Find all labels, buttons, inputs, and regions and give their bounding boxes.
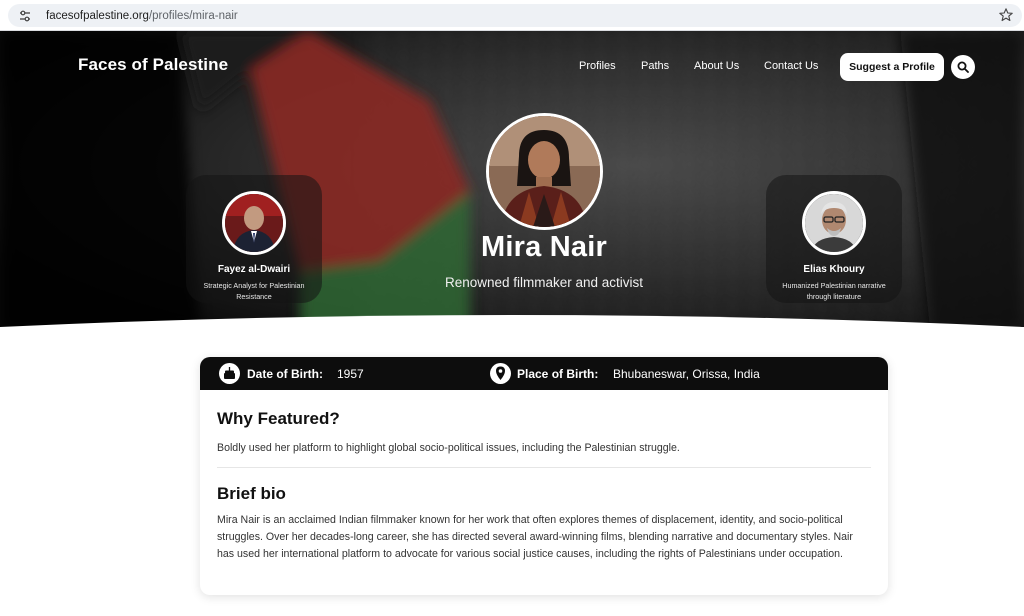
location-pin-icon [490,363,511,384]
prev-profile-name: Fayez al-Dwairi [217,264,291,275]
nav-link-profiles[interactable]: Profiles [579,60,616,72]
nav-link-about-us[interactable]: About Us [694,60,739,72]
profile-name: Mira Nair [481,231,607,263]
nav-link-paths[interactable]: Paths [641,60,669,72]
pob-label: Place of Birth: [517,367,599,381]
profile-avatar [486,113,603,230]
site-logo[interactable]: Faces of Palestine [78,55,228,75]
star-icon[interactable] [998,7,1014,23]
url-field[interactable]: facesofpalestine.org/profiles/mira-nair [8,4,1022,27]
cake-icon [219,363,240,384]
search-button[interactable] [951,55,975,79]
browser-address-bar: facesofpalestine.org/profiles/mira-nair [0,0,1024,31]
search-icon [957,61,969,73]
section-divider [217,467,871,468]
tune-icon[interactable] [18,9,32,23]
why-featured-title: Why Featured? [217,409,340,428]
profile-facts-bar: Date of Birth: 1957 Place of Birth: Bhub… [200,357,888,390]
url-domain: facesofpalestine.org [46,10,149,22]
hero-section: Faces of Palestine Profiles Paths About … [0,31,1024,331]
brief-bio-text: Mira Nair is an acclaimed Indian filmmak… [217,514,853,560]
next-profile-name: Elias Khoury [803,264,865,275]
brief-bio-title: Brief bio [217,484,286,503]
url-path: /profiles/mira-nair [148,10,238,22]
nav-link-contact-us[interactable]: Contact Us [764,60,818,72]
pob-value: Bhubaneswar, Orissa, India [613,367,760,381]
dob-label: Date of Birth: [247,367,323,381]
dob-value: 1957 [337,367,364,381]
why-featured-text: Boldly used her platform to highlight gl… [217,442,680,454]
url-text[interactable]: facesofpalestine.org/profiles/mira-nair [46,9,238,23]
suggest-profile-button[interactable]: Suggest a Profile [840,53,944,81]
profile-info-card: Date of Birth: 1957 Place of Birth: Bhub… [200,357,888,595]
profile-tagline: Renowned filmmaker and activist [444,275,644,290]
